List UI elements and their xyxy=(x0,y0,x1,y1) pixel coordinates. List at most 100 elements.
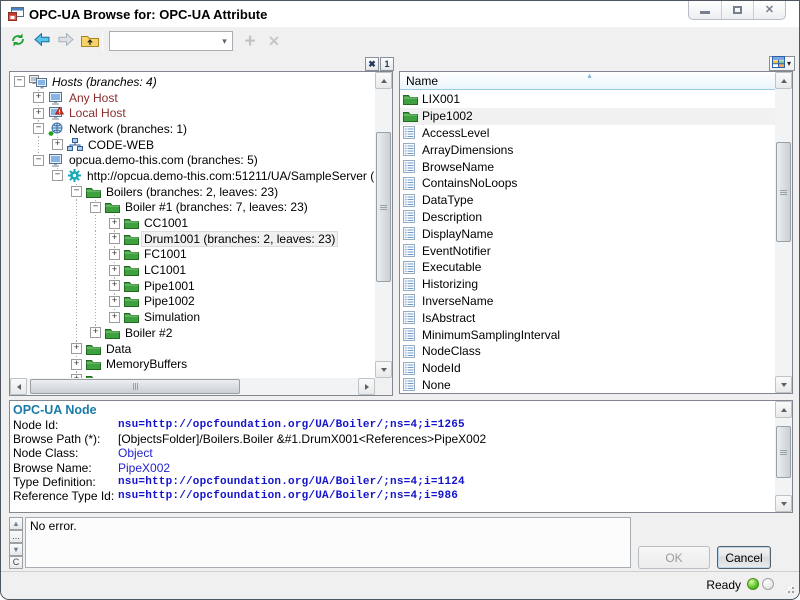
tree-item[interactable]: +FC1001 xyxy=(10,247,375,263)
tree-expander-icon[interactable]: + xyxy=(109,218,120,229)
tree-expander-icon[interactable]: − xyxy=(14,76,25,87)
list-item[interactable]: InverseName xyxy=(400,293,775,310)
list-item[interactable]: DisplayName xyxy=(400,225,775,242)
folder-icon xyxy=(124,233,139,245)
error-more-button[interactable]: ... xyxy=(9,530,23,543)
tree-expander-icon[interactable]: + xyxy=(52,139,63,150)
forward-button[interactable] xyxy=(55,30,77,52)
scroll-thumb[interactable] xyxy=(376,132,391,282)
scroll-down-button[interactable] xyxy=(375,361,392,378)
tree-item[interactable]: +CODE-WEB xyxy=(10,137,375,153)
tree-item[interactable]: +CC1001 xyxy=(10,215,375,231)
tree-item[interactable]: −http://opcua.demo-this.com:51211/UA/Sam… xyxy=(10,168,375,184)
tree-item[interactable]: +Data xyxy=(10,341,375,357)
list-vertical-scrollbar[interactable] xyxy=(775,72,792,393)
tree-expander-icon[interactable]: + xyxy=(71,374,82,378)
tree-item[interactable]: +Drum1001 (branches: 2, leaves: 23) xyxy=(10,231,375,247)
ok-button[interactable]: OK xyxy=(638,546,710,569)
tree-expander-icon[interactable]: + xyxy=(109,265,120,276)
list-item[interactable]: Executable xyxy=(400,259,775,276)
list-item[interactable]: MinimumSamplingInterval xyxy=(400,326,775,343)
tree-item[interactable]: +Pipe1001 xyxy=(10,278,375,294)
address-combo[interactable]: ▾ xyxy=(109,31,233,51)
tree-expander-icon[interactable]: − xyxy=(33,155,44,166)
scroll-thumb[interactable] xyxy=(30,379,240,394)
list-item[interactable]: EventNotifier xyxy=(400,242,775,259)
tree-tile-view-button[interactable]: ✖ xyxy=(365,57,379,71)
tree-expander-icon[interactable]: − xyxy=(52,170,63,181)
list-item[interactable]: IsAbstract xyxy=(400,309,775,326)
scroll-up-button[interactable] xyxy=(775,72,792,89)
minimize-button[interactable] xyxy=(689,1,721,19)
add-button[interactable]: + xyxy=(239,30,261,52)
tree-item[interactable]: +LC1001 xyxy=(10,262,375,278)
scroll-up-button[interactable] xyxy=(375,72,392,89)
tree-expander-icon[interactable]: + xyxy=(109,233,120,244)
tree-item[interactable]: −Boilers (branches: 2, leaves: 23) xyxy=(10,184,375,200)
tree-item[interactable]: −Hosts (branches: 4) xyxy=(10,74,375,90)
list-item[interactable]: None xyxy=(400,377,775,393)
close-button[interactable]: ✕ xyxy=(753,1,785,19)
tree-expander-icon[interactable]: + xyxy=(33,108,44,119)
list-item[interactable]: Historizing xyxy=(400,276,775,293)
tree-expander-icon[interactable]: + xyxy=(71,359,82,370)
tree-expander-icon[interactable]: + xyxy=(109,312,120,323)
error-copy-button[interactable]: C xyxy=(9,556,23,569)
arrow-down-icon xyxy=(381,368,387,375)
details-vertical-scrollbar[interactable] xyxy=(775,401,792,512)
grip-icon xyxy=(780,450,787,455)
tree-item[interactable]: +Any Host xyxy=(10,90,375,106)
details-rows: Node Id:nsu=http://opcfoundation.org/UA/… xyxy=(13,418,774,511)
tree-expander-icon[interactable]: − xyxy=(90,202,101,213)
tree-expander-icon[interactable]: − xyxy=(33,123,44,134)
tree-item[interactable]: −Network (branches: 1) xyxy=(10,121,375,137)
list-item[interactable]: Description xyxy=(400,209,775,226)
combo-dropdown-icon[interactable]: ▾ xyxy=(217,32,232,50)
scroll-left-button[interactable] xyxy=(10,378,27,395)
list-item[interactable]: LIX001 xyxy=(400,91,775,108)
list-item[interactable]: ContainsNoLoops xyxy=(400,175,775,192)
tree-single-view-button[interactable]: 1 xyxy=(380,57,394,71)
resize-grip[interactable] xyxy=(784,583,794,593)
tree-expander-icon[interactable]: + xyxy=(109,280,120,291)
tree-expander-icon[interactable]: − xyxy=(71,186,82,197)
tree-item[interactable]: −opcua.demo-this.com (branches: 5) xyxy=(10,152,375,168)
tree-expander-icon[interactable]: + xyxy=(90,327,101,338)
tree-item[interactable]: +MemoryBuffers xyxy=(10,356,375,372)
tree-item[interactable]: +Pipe1002 xyxy=(10,294,375,310)
tree-expander-icon[interactable]: + xyxy=(109,249,120,260)
list-item[interactable]: NodeClass xyxy=(400,343,775,360)
list-item[interactable]: DataType xyxy=(400,192,775,209)
cancel-button[interactable]: Cancel xyxy=(717,546,771,569)
scroll-right-button[interactable] xyxy=(358,378,375,395)
error-scroll-down-button[interactable]: ▼ xyxy=(9,543,23,556)
scroll-down-button[interactable] xyxy=(775,495,792,512)
view-dropdown-icon[interactable]: ▾ xyxy=(787,60,791,68)
tree-vertical-scrollbar[interactable] xyxy=(375,72,392,378)
tree-item[interactable]: +Simulation xyxy=(10,309,375,325)
refresh-button[interactable] xyxy=(7,30,29,52)
tree-item[interactable]: +Local Host xyxy=(10,105,375,121)
back-button[interactable] xyxy=(31,30,53,52)
list-item[interactable]: BrowseName xyxy=(400,158,775,175)
tree-horizontal-scrollbar[interactable] xyxy=(10,378,375,395)
tree-item[interactable]: +Boiler #2 xyxy=(10,325,375,341)
error-scroll-up-button[interactable]: ▲ xyxy=(9,517,23,530)
list-item[interactable]: ArrayDimensions xyxy=(400,141,775,158)
scroll-down-button[interactable] xyxy=(775,376,792,393)
list-view-mode-button[interactable]: ▾ xyxy=(769,56,795,71)
delete-button[interactable]: ✕ xyxy=(263,30,285,52)
list-column-header[interactable]: Name ▴ xyxy=(400,72,775,90)
scroll-thumb[interactable] xyxy=(776,426,791,478)
tree-expander-icon[interactable]: + xyxy=(109,296,120,307)
list-item[interactable]: AccessLevel xyxy=(400,125,775,142)
list-item[interactable]: NodeId xyxy=(400,360,775,377)
up-level-button[interactable] xyxy=(79,30,101,52)
list-item[interactable]: Pipe1002 xyxy=(400,108,775,125)
maximize-button[interactable] xyxy=(721,1,753,19)
tree-expander-icon[interactable]: + xyxy=(33,92,44,103)
tree-expander-icon[interactable]: + xyxy=(71,343,82,354)
scroll-up-button[interactable] xyxy=(775,401,792,418)
scroll-thumb[interactable] xyxy=(776,142,791,242)
tree-item[interactable]: −Boiler #1 (branches: 7, leaves: 23) xyxy=(10,200,375,216)
